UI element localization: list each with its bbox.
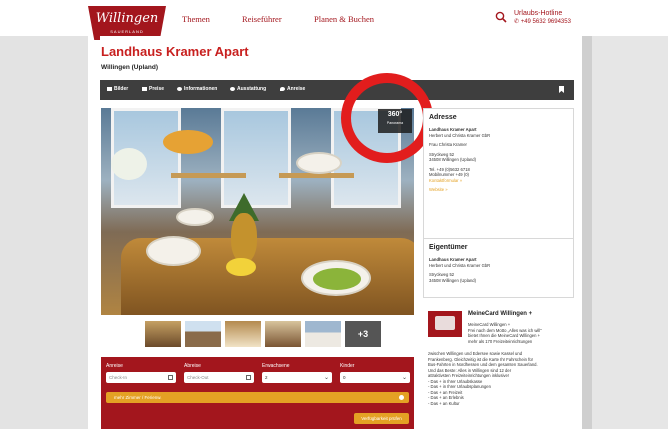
more-photos-button[interactable]: +3: [345, 321, 381, 347]
owner-panel: Eigentümer Landhaus Kramer Apart Herbert…: [423, 238, 574, 298]
logo-name: Willingen: [95, 11, 159, 26]
nav-planen-buchen[interactable]: Planen & Buchen: [314, 14, 374, 24]
tab-preise-label: Preise: [149, 86, 165, 92]
photo-flowers: [111, 148, 147, 180]
site-logo[interactable]: Willingen SAUERLAND: [88, 6, 166, 40]
scrollbar[interactable]: [582, 36, 592, 429]
page-gutter-left: [0, 36, 88, 429]
logo-sub: SAUERLAND: [110, 29, 144, 34]
checkout-field[interactable]: Check-Out: [184, 372, 254, 383]
tab-anreise[interactable]: Anreise: [280, 86, 305, 92]
phone-icon: ✆: [514, 19, 521, 25]
thumbnail[interactable]: [305, 321, 341, 347]
card-line: - Das + an Kultur: [428, 400, 460, 406]
bookmark-icon[interactable]: [559, 86, 564, 93]
photo-shelf: [171, 173, 246, 178]
nav-themen[interactable]: Themen: [182, 14, 210, 24]
location-icon: [280, 86, 285, 91]
calendar-icon: [168, 375, 173, 380]
photo-plate: [146, 236, 201, 266]
owner-line: 34508 Willingen (Upland): [429, 277, 477, 283]
checkin-placeholder: Check-In: [109, 375, 128, 380]
page-subtitle: Willingen (Upland): [101, 64, 158, 71]
photo-kiwi: [313, 268, 361, 290]
photo-plate: [296, 152, 342, 174]
adults-value: 2: [265, 375, 268, 380]
thumbnail[interactable]: [225, 321, 261, 347]
checkout-placeholder: Check-Out: [187, 375, 209, 380]
owner-heading: Eigentümer: [429, 244, 468, 251]
more-rooms-label: mehr Zimmer / Ferienw.: [114, 395, 162, 400]
tab-bilder[interactable]: Bilder: [107, 86, 128, 92]
hotline-label: Urlaubs-Hotline: [514, 10, 563, 17]
hotline-phone: +49 5632 9694353: [520, 19, 571, 25]
thumbnail[interactable]: [185, 321, 221, 347]
website-link[interactable]: Website »: [429, 187, 573, 193]
plus-icon: [399, 395, 404, 400]
more-rooms-button[interactable]: mehr Zimmer / Ferienw.: [106, 392, 409, 403]
main-content: Landhaus Kramer Apart Willingen (Upland)…: [100, 36, 576, 429]
meinecard-heading: MeineCard Willingen +: [468, 311, 533, 317]
meinecard-panel: MeineCard Willingen + MeineCard Willinge…: [423, 305, 574, 429]
tab-preise[interactable]: Preise: [142, 86, 164, 92]
thumbnail[interactable]: [145, 321, 181, 347]
tab-ausstattung[interactable]: Ausstattung: [230, 86, 266, 92]
thumbnail[interactable]: [265, 321, 301, 347]
annotation-circle: [341, 73, 433, 163]
address-heading: Adresse: [429, 114, 457, 121]
search-icon[interactable]: [495, 11, 507, 23]
page-title: Landhaus Kramer Apart: [101, 44, 249, 59]
hotline[interactable]: Urlaubs-Hotline ✆ +49 5632 9694353: [514, 9, 571, 27]
tab-bilder-label: Bilder: [114, 86, 129, 92]
calendar-icon: [246, 375, 251, 380]
tab-informationen-label: Informationen: [184, 86, 218, 92]
card-line: mehr als 170 Freizeiteinrichtungen: [468, 338, 533, 344]
chevron-down-icon: ⌄: [323, 375, 329, 381]
checkout-label: Abreise: [184, 363, 201, 369]
check-availability-button[interactable]: Verfügbarkeit prüfen: [354, 413, 409, 424]
checkin-label: Anreise: [106, 363, 123, 369]
tab-ausstattung-label: Ausstattung: [237, 86, 267, 92]
booking-form: Anreise Abreise Erwachsene Kinder Check-…: [101, 357, 414, 429]
page-gutter-right: [582, 36, 668, 429]
price-icon: [142, 86, 147, 91]
tab-informationen[interactable]: Informationen: [177, 86, 217, 92]
photo-fruit-bowl: [163, 130, 213, 154]
settings-icon: [230, 86, 235, 91]
adults-select[interactable]: 2 ⌄: [262, 372, 332, 383]
site-header: Willingen SAUERLAND Themen Reiseführer P…: [0, 0, 668, 40]
photo-plate: [176, 208, 214, 226]
photo-melon: [226, 258, 256, 276]
detail-tabbar: Bilder Preise Informationen Ausstattung …: [100, 80, 574, 100]
children-value: 0: [343, 375, 346, 380]
adults-label: Erwachsene: [262, 363, 290, 369]
photo-window: [221, 108, 291, 208]
nav-reisefuehrer[interactable]: Reiseführer: [242, 14, 282, 24]
chevron-down-icon: ⌄: [401, 375, 407, 381]
meinecard-image: [428, 311, 462, 337]
image-icon: [107, 86, 112, 91]
children-select[interactable]: 0 ⌄: [340, 372, 410, 383]
children-label: Kinder: [340, 363, 355, 369]
tab-anreise-label: Anreise: [287, 86, 306, 92]
info-icon: [177, 86, 182, 91]
photo-pineapple: [231, 213, 257, 263]
checkin-field[interactable]: Check-In: [106, 372, 176, 383]
